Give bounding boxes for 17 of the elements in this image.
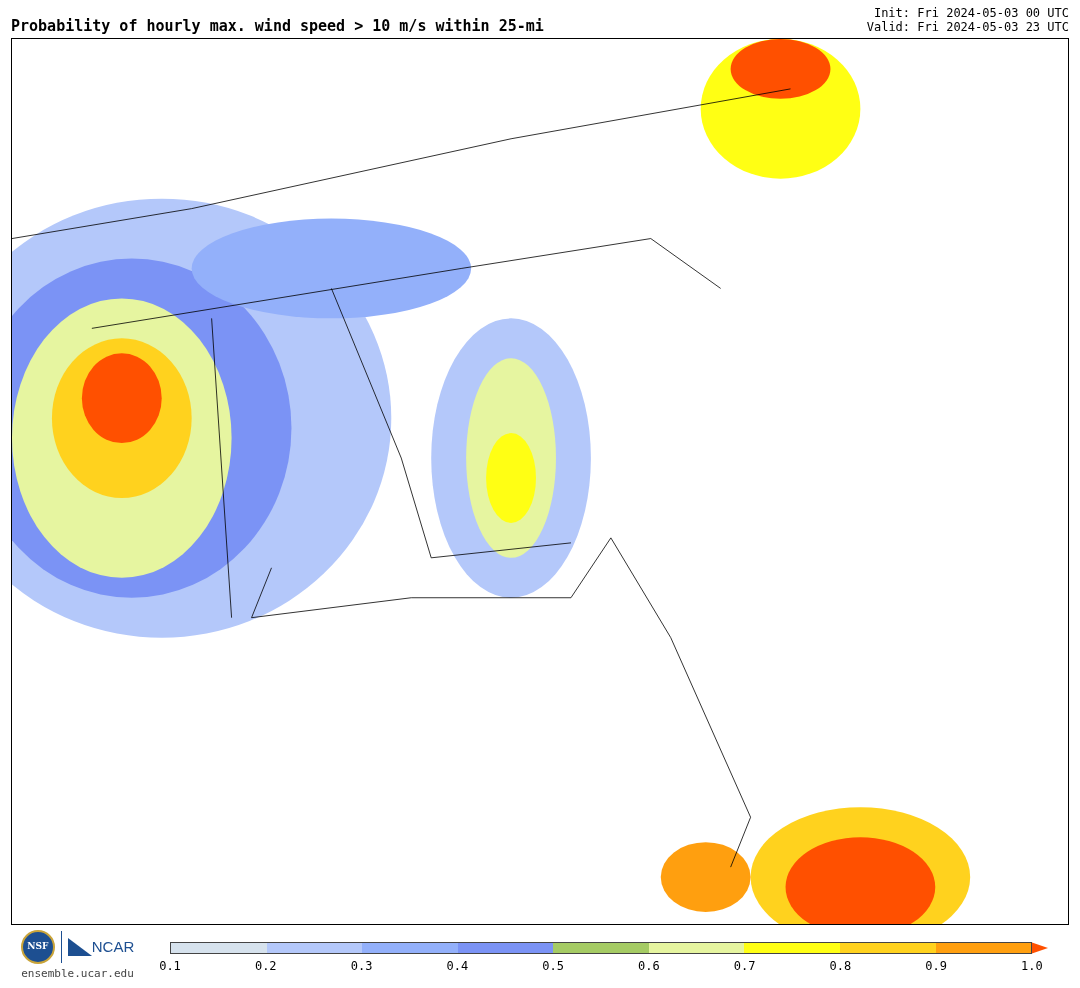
tick-label: 0.8 xyxy=(828,960,853,972)
tick-label: 0.1 xyxy=(158,960,182,972)
valid-time: Valid: Fri 2024-05-03 23 UTC xyxy=(866,20,1069,34)
tick-label: 1.0 xyxy=(1020,960,1044,972)
tick-label: 0.6 xyxy=(637,960,661,972)
nsf-logo: NSF xyxy=(20,930,55,964)
ncar-logo-icon xyxy=(67,938,92,956)
chart-title: Probability of hourly max. wind speed > 10 m/s within 25-mi xyxy=(11,19,544,34)
tick-label: 0.2 xyxy=(253,960,278,972)
tick-label: 0.7 xyxy=(732,960,757,972)
tick-label: 0.9 xyxy=(924,960,948,972)
tick-label: 0.4 xyxy=(445,960,470,972)
ncar-logo-text: NCAR xyxy=(91,936,135,957)
website-url: ensemble.ucar.edu xyxy=(21,966,134,982)
init-time: Init: Fri 2024-05-03 00 UTC xyxy=(873,6,1069,20)
tick-label: 0.5 xyxy=(541,960,565,972)
tick-label: 0.3 xyxy=(349,960,374,972)
